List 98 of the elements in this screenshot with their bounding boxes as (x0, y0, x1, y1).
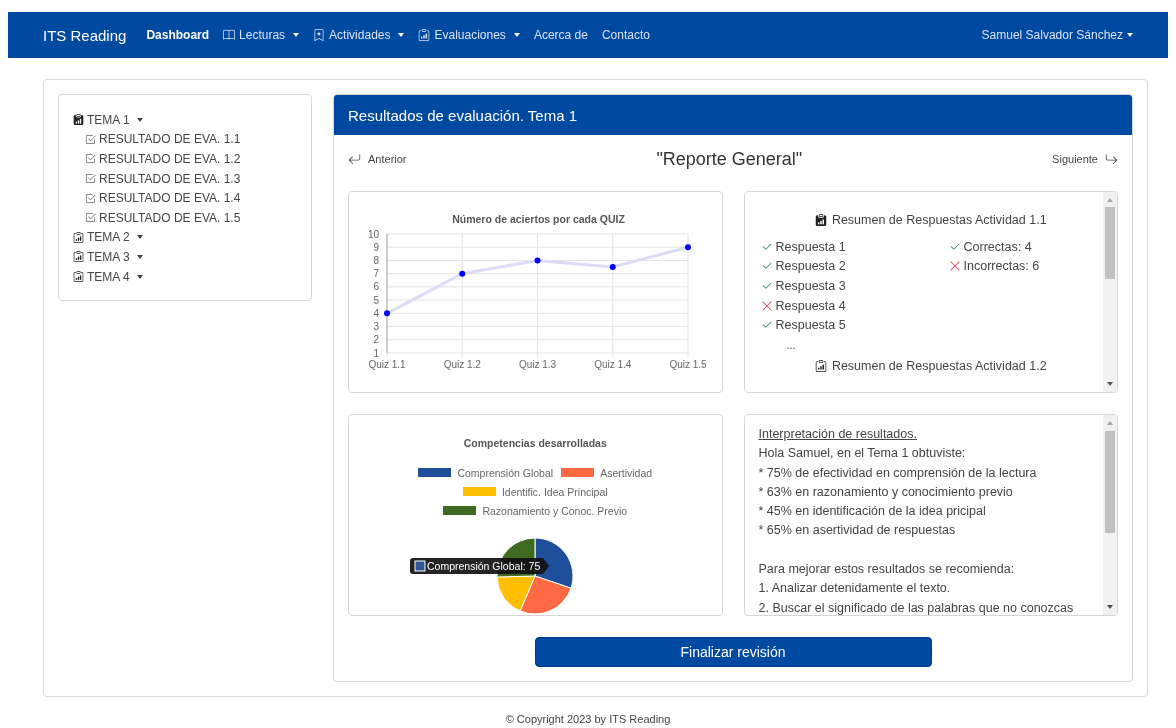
nav-link[interactable]: Acerca de (533, 28, 588, 42)
legend-swatch (443, 506, 477, 515)
text-line: 1. Analizar detenidamente el texto. (758, 580, 952, 598)
axis-tick: 7 (373, 268, 379, 280)
pie-slice (519, 575, 572, 615)
tree-item[interactable]: RESULTADO DE EVA. 1.1 (73, 129, 297, 150)
chart-title: Número de aciertos por cada QUIZ (452, 213, 625, 225)
axis-tick: 4 (373, 307, 379, 319)
pie-slice (496, 575, 536, 612)
text-line: * 45% en identificación de la idea pricipal (758, 503, 987, 521)
user-menu[interactable]: Samuel Salvador Sánchez (981, 28, 1133, 42)
nav-link[interactable]: Evaluaciones (418, 28, 520, 42)
tree-item[interactable]: TEMA 4 (73, 266, 297, 287)
data-point (534, 257, 541, 264)
text-line: 2. Buscar el significado de las palabras que no conozcas (758, 599, 1075, 615)
axis-tick: 6 (373, 281, 379, 293)
checkbox-icon (85, 153, 96, 165)
axis-tick: 3 (373, 321, 379, 333)
answer-label: Respuesta 4 (775, 298, 846, 313)
checkbox-icon (85, 192, 96, 204)
checkbox-icon (85, 133, 96, 145)
scrollbar[interactable] (1103, 192, 1117, 392)
total-label: Incorrectas: 6 (963, 259, 1040, 274)
caret-icon (136, 274, 143, 279)
return-arrow-icon (348, 152, 361, 166)
copyright-text: © Copyright 2023 by ITS Reading (504, 713, 672, 727)
interpretation-title: Interpretación de resultados. (758, 426, 918, 443)
legend-label: Asertividad (600, 466, 653, 479)
axis-label: Quiz 1.2 (443, 359, 481, 370)
return-arrow-icon (1105, 152, 1118, 166)
tree-item[interactable]: TEMA 2 (73, 227, 297, 248)
nav-link[interactable]: Dashboard (146, 28, 210, 42)
legend-label: Razonamiento y Conoc. Previo (482, 504, 628, 517)
axis-tick: 5 (373, 294, 379, 306)
data-point (384, 310, 390, 317)
axis-tick: 8 (373, 254, 379, 266)
tree-item[interactable]: TEMA 1 (73, 110, 297, 130)
summary-heading: Resumen de Respuestas Actividad 1.2 (831, 358, 1047, 373)
text-line: Hola Samuel, en el Tema 1 obtuviste: (758, 445, 967, 463)
clipboard-icon (814, 359, 827, 372)
caret-icon (136, 254, 143, 259)
caret-icon (136, 235, 143, 240)
chart-tooltip: Comprensión Global: 75 (409, 558, 549, 574)
data-point (459, 270, 466, 277)
panel-title: Resultados de evaluación. Tema 1 (334, 95, 1132, 135)
legend-swatch (561, 468, 595, 477)
answer-label: Respuesta 3 (775, 279, 846, 293)
text-line: * 65% en asertividad de respuestas (758, 522, 957, 540)
checkbox-icon (85, 212, 96, 224)
brand-link[interactable]: ITS Reading (43, 26, 127, 44)
legend-label: Identific. Idea Principal (501, 485, 608, 498)
answer-label: Respuesta 2 (775, 259, 846, 274)
axis-tick: 1 (373, 347, 379, 359)
total-label: Correctas: 4 (963, 239, 1032, 254)
tree-item[interactable]: TEMA 3 (73, 247, 297, 267)
axis-tick: 9 (373, 241, 379, 253)
clipboard-icon (73, 231, 84, 243)
nav-link[interactable]: Lecturas (223, 28, 300, 42)
nav-link[interactable]: Contacto (601, 28, 650, 42)
finish-button[interactable]: Finalizar revisión (534, 637, 932, 667)
data-point (609, 264, 616, 271)
tree-item[interactable]: RESULTADO DE EVA. 1.3 (73, 168, 297, 189)
checkbox-icon (85, 173, 96, 185)
scrollbar[interactable] (1103, 415, 1117, 615)
axis-label: Quiz 1.3 (518, 359, 557, 370)
answer-label: Respuesta 1 (775, 239, 846, 254)
clipboard-icon (73, 271, 84, 283)
legend-swatch (462, 487, 496, 496)
book-icon (223, 29, 236, 41)
text-line: Para mejorar estos resultados se recomienda: (758, 561, 1016, 579)
caret-icon (1127, 33, 1133, 37)
tree-item[interactable]: RESULTADO DE EVA. 1.2 (73, 149, 297, 169)
clipboard-icon (814, 214, 827, 226)
nav-link[interactable]: Actividades (313, 28, 405, 42)
legend-label: Comprensión Global (457, 466, 554, 479)
report-heading: "Reporte General" (656, 148, 803, 170)
axis-label: Quiz 1.4 (594, 359, 632, 370)
chart-title: Competencias desarrolladas (463, 437, 607, 449)
summary-heading: Resumen de Respuestas Actividad 1.1 (831, 213, 1047, 227)
axis-label: Quiz 1.5 (669, 359, 707, 370)
clipboard-icon (73, 251, 84, 263)
tree-item[interactable]: RESULTADO DE EVA. 1.4 (73, 188, 297, 208)
next-link[interactable]: Siguiente (1052, 152, 1118, 166)
caret-icon (136, 117, 143, 122)
axis-tick: 2 (373, 334, 379, 346)
ellipsis: ... (785, 337, 797, 353)
clipboard-icon (73, 114, 84, 126)
axis-label: Quiz 1.1 (368, 359, 406, 370)
tree-item[interactable]: RESULTADO DE EVA. 1.5 (73, 207, 297, 228)
axis-tick: 10 (367, 228, 379, 240)
text-line: * 75% de efectividad en comprensión de la lectura (758, 464, 1038, 482)
answer-label: Respuesta 5 (775, 318, 846, 333)
bookmark-icon (313, 29, 326, 41)
text-line: * 63% en razonamiento y conocimiento previo (758, 483, 1014, 501)
legend-swatch (418, 468, 452, 477)
data-point (685, 244, 691, 251)
clipboard-icon (418, 29, 431, 41)
previous-link[interactable]: Anterior (348, 152, 407, 166)
